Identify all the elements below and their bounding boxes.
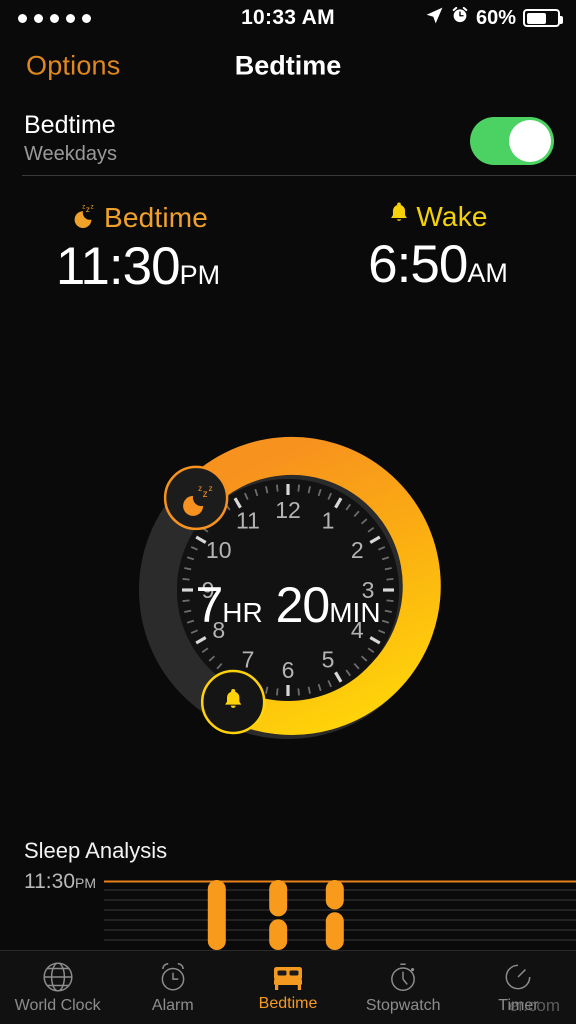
clock-hour-number: 11 — [236, 508, 260, 534]
bedtime-time-text: 11:30 — [55, 237, 181, 296]
svg-text:z: z — [209, 484, 213, 493]
svg-text:z: z — [90, 203, 93, 210]
duration-minutes-value: 20 — [275, 577, 331, 633]
sleep-analysis-chart — [104, 880, 576, 950]
bedtime-screen: 10:33 AM 60% Options Bedtime Bedtime Wee… — [0, 0, 576, 1024]
globe-icon — [41, 960, 75, 994]
clock-tick — [297, 688, 300, 696]
duration-hours-unit: HR — [222, 597, 263, 628]
bedtime-summary-label: Bedtime — [103, 201, 209, 233]
bed-icon — [271, 962, 305, 992]
clock-tick — [276, 484, 279, 492]
wake-handle[interactable] — [200, 669, 266, 735]
sleep-bar-segment — [325, 912, 344, 950]
status-bar-right: 60% — [425, 6, 563, 31]
tab-label: Timer — [498, 997, 539, 1014]
bedtime-toggle-switch[interactable] — [470, 117, 554, 165]
toggle-knob — [509, 120, 551, 162]
page-title: Bedtime — [234, 50, 342, 81]
tab-label: Stopwatch — [365, 997, 441, 1014]
tab-label: Alarm — [151, 997, 194, 1014]
battery-icon — [523, 9, 563, 27]
wake-summary-label: Wake — [416, 200, 488, 232]
sleep-analysis-axis-label: 11:30PM — [24, 870, 96, 894]
clock-hour-number: 12 — [275, 497, 301, 523]
sleep-bar-segment — [269, 880, 288, 917]
sleep-duration-text: 7HR 20MIN — [0, 576, 576, 634]
sleep-chart-svg — [104, 880, 576, 950]
tab-alarm[interactable]: Alarm — [115, 951, 230, 1024]
tab-stopwatch[interactable]: Stopwatch — [346, 951, 461, 1024]
clock-hour-number: 6 — [282, 657, 295, 683]
tab-label: World Clock — [14, 997, 101, 1014]
svg-text:z: z — [198, 484, 202, 493]
sleep-bar-segment — [207, 880, 226, 950]
tab-world-clock[interactable]: World Clock — [0, 951, 115, 1024]
schedule-summary: z z z Bedtime 11:30PM Wake 6:50AM — [0, 200, 576, 330]
alarm-clock-icon — [451, 6, 469, 30]
clock-hour-number: 2 — [351, 537, 364, 563]
bedtime-handle[interactable]: z z z — [163, 465, 229, 531]
section-divider — [22, 175, 576, 176]
bedtime-meridiem: PM — [179, 260, 221, 290]
wake-summary-label-row: Wake — [294, 200, 576, 233]
bedtime-summary-value: 11:30PM — [0, 239, 282, 295]
timer-icon — [501, 960, 535, 994]
wake-time-text: 6:50 — [368, 235, 468, 294]
svg-text:z: z — [203, 489, 208, 500]
bedtime-summary[interactable]: z z z Bedtime 11:30PM — [0, 200, 282, 295]
sleep-analysis-section[interactable]: Sleep Analysis 11:30PM — [0, 838, 576, 950]
duration-hours-value: 7 — [195, 577, 223, 633]
clock-tick — [297, 484, 300, 492]
tab-timer[interactable]: Timer — [461, 951, 576, 1024]
svg-text:z: z — [86, 204, 90, 214]
status-bar: 10:33 AM 60% — [0, 0, 576, 36]
wake-summary-value: 6:50AM — [294, 237, 576, 293]
navigation-bar: Options Bedtime — [0, 36, 576, 96]
duration-minutes-unit: MIN — [329, 597, 381, 628]
tab-bedtime[interactable]: Bedtime — [230, 951, 345, 1024]
tab-label: Bedtime — [258, 995, 318, 1012]
clock-hour-number: 10 — [206, 537, 232, 563]
location-arrow-icon — [425, 6, 444, 31]
bedtime-dial[interactable]: 121234567891011 z z z 7HR 20M — [0, 330, 576, 850]
bedtime-row-subtitle: Weekdays — [24, 143, 118, 165]
clock-tick — [276, 688, 279, 696]
alarm-clock-icon — [156, 960, 190, 994]
moon-zzz-icon: z z z — [68, 200, 98, 235]
sleep-analysis-title: Sleep Analysis — [24, 838, 168, 863]
bedtime-row-title: Bedtime — [24, 111, 116, 139]
wake-meridiem: AM — [467, 258, 508, 288]
axis-time-text: 11:30 — [24, 870, 75, 893]
battery-percent-label: 60% — [475, 6, 516, 29]
clock-hour-number: 1 — [322, 508, 335, 534]
bedtime-summary-label-row: z z z Bedtime — [0, 200, 282, 235]
sleep-bar-segment — [325, 880, 344, 910]
bedtime-schedule-row[interactable]: Bedtime Weekdays — [0, 99, 576, 176]
clock-hour-number: 7 — [242, 646, 255, 672]
clock-hour-number: 5 — [322, 646, 335, 672]
stopwatch-icon — [386, 960, 420, 994]
axis-meridiem-text: PM — [75, 875, 96, 891]
tab-bar: World Clock Alarm Bedtime Stopwatch Time… — [0, 950, 576, 1024]
wake-summary[interactable]: Wake 6:50AM — [294, 200, 576, 293]
bell-icon — [388, 200, 410, 233]
sleep-bar-segment — [269, 919, 288, 950]
